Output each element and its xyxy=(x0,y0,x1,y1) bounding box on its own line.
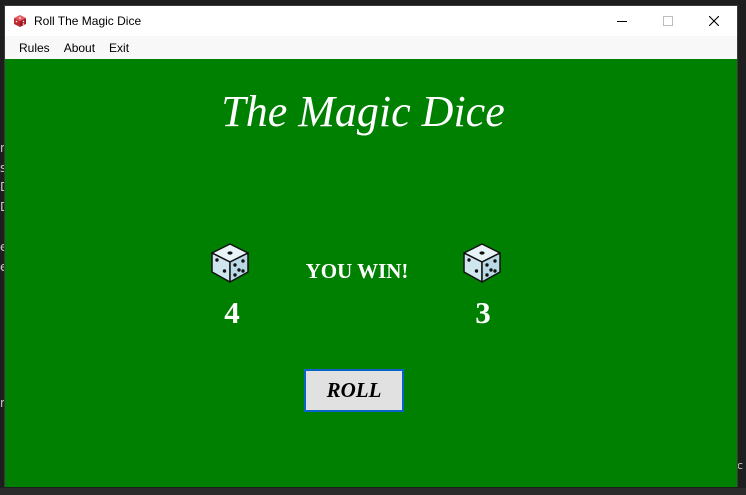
menu-about[interactable]: About xyxy=(57,41,102,55)
minimize-button[interactable] xyxy=(599,6,645,36)
menu-bar: Rules About Exit xyxy=(5,36,737,59)
menu-exit[interactable]: Exit xyxy=(102,41,136,55)
game-board: The Magic Dice 4 YOU WIN! 3 ROLL xyxy=(5,59,737,487)
window-title: Roll The Magic Dice xyxy=(34,14,142,28)
left-die-value: 4 xyxy=(224,295,240,330)
result-message: YOU WIN! xyxy=(305,259,409,283)
left-die-icon xyxy=(208,241,252,285)
right-die-icon xyxy=(460,241,504,285)
maximize-button[interactable] xyxy=(645,6,691,36)
background-text-fragment: c xyxy=(737,459,744,472)
app-window: Roll The Magic Dice Rules About Exit The… xyxy=(4,5,738,487)
dice-app-icon xyxy=(13,14,27,28)
maximize-icon xyxy=(663,16,673,26)
background-taskbar-edge xyxy=(0,488,746,495)
minimize-icon xyxy=(617,21,627,22)
title-bar[interactable]: Roll The Magic Dice xyxy=(5,6,737,36)
close-icon xyxy=(709,16,719,26)
close-button[interactable] xyxy=(691,6,737,36)
game-title: The Magic Dice xyxy=(221,87,505,136)
roll-button[interactable]: ROLL xyxy=(304,369,404,412)
right-die-value: 3 xyxy=(475,295,491,330)
window-controls xyxy=(599,6,737,36)
menu-rules[interactable]: Rules xyxy=(12,41,57,55)
